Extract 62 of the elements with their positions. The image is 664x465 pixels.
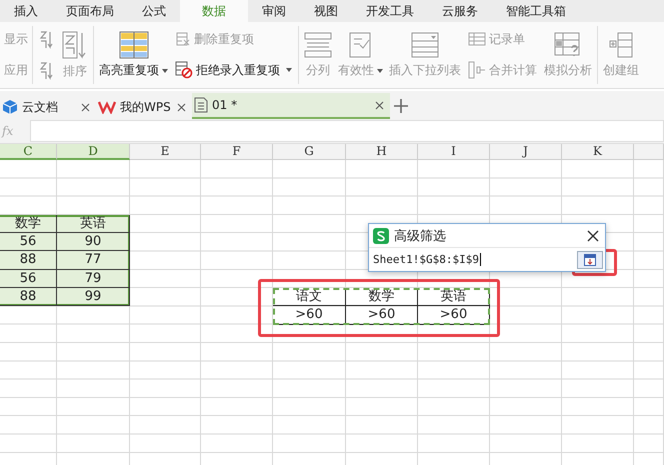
column-header[interactable]: K: [562, 144, 634, 160]
column-header[interactable]: F: [201, 144, 273, 160]
check-document-icon: [348, 31, 374, 59]
expand-dialog-button[interactable]: [577, 250, 603, 268]
close-icon[interactable]: [587, 230, 599, 242]
document-tab[interactable]: 云文档: [0, 95, 96, 119]
close-icon[interactable]: [177, 102, 186, 112]
menu-tab[interactable]: 页面布局: [52, 0, 128, 22]
table-block-icon: [175, 61, 193, 80]
caret-icon: [377, 68, 383, 72]
range-input[interactable]: Sheet1!$G$8:$I$9: [373, 253, 481, 266]
caret-icon: [286, 68, 292, 72]
highlighted-table-icon: [118, 31, 148, 59]
function-label: fx: [0, 124, 14, 138]
sort-icon: [62, 30, 88, 60]
column-header[interactable]: E: [130, 144, 201, 160]
menu-tab[interactable]: 智能工具箱: [492, 0, 580, 22]
sort-icon: [39, 60, 55, 80]
document-tab[interactable]: 01 *: [192, 93, 390, 119]
ribbon-button[interactable]: 拒绝录入重复项: [173, 59, 294, 82]
dialog-title: 高级筛选: [394, 228, 447, 244]
document-icon: [194, 97, 208, 113]
caret-icon: [162, 68, 168, 72]
close-icon[interactable]: [81, 102, 90, 112]
table-cell: 56: [0, 270, 57, 288]
column-header[interactable]: H: [346, 144, 418, 160]
menu-tab[interactable]: 视图: [300, 0, 352, 22]
table-icon: [468, 32, 486, 46]
column-header[interactable]: J: [490, 144, 562, 160]
column-header[interactable]: D: [57, 144, 130, 160]
menu-tab[interactable]: 数据: [180, 0, 248, 22]
sort-icon: [39, 30, 55, 50]
add-tab-icon[interactable]: [394, 99, 408, 113]
menu-tab[interactable]: 审阅: [248, 0, 300, 22]
table-cell: 56: [0, 233, 57, 252]
formula-input[interactable]: [30, 120, 664, 142]
table-cell: 英语: [57, 214, 130, 234]
column-header[interactable]: C: [0, 144, 57, 160]
close-icon[interactable]: [375, 100, 384, 110]
dropdown-list-icon: [410, 31, 440, 59]
table-minus-icon: [175, 31, 191, 48]
menu-tab[interactable]: 插入: [0, 0, 52, 22]
menu-tab[interactable]: 公式: [128, 0, 180, 22]
group-icon: [608, 31, 634, 59]
column-header[interactable]: I: [418, 144, 490, 160]
merge-icon: [468, 61, 486, 80]
table-cell: 99: [57, 288, 130, 306]
table-cell: 88: [0, 288, 57, 306]
ribbon-button[interactable]: 高亮重复项: [98, 29, 169, 81]
table-cell: 77: [57, 251, 130, 270]
app-logo-icon: [373, 228, 389, 244]
menu-tab[interactable]: 开发工具: [352, 0, 428, 22]
table-cell: 79: [57, 270, 130, 288]
table-cell: 88: [0, 251, 57, 270]
arrow-down-icon: [584, 254, 596, 266]
table-cell: 数学: [0, 214, 57, 234]
column-header[interactable]: G: [273, 144, 346, 160]
document-tab[interactable]: 我的WPS: [96, 95, 192, 119]
table-cell: 90: [57, 233, 130, 252]
w-logo-icon: [98, 100, 116, 114]
menu-tab[interactable]: 云服务: [428, 0, 492, 22]
columns-icon: [304, 31, 332, 59]
